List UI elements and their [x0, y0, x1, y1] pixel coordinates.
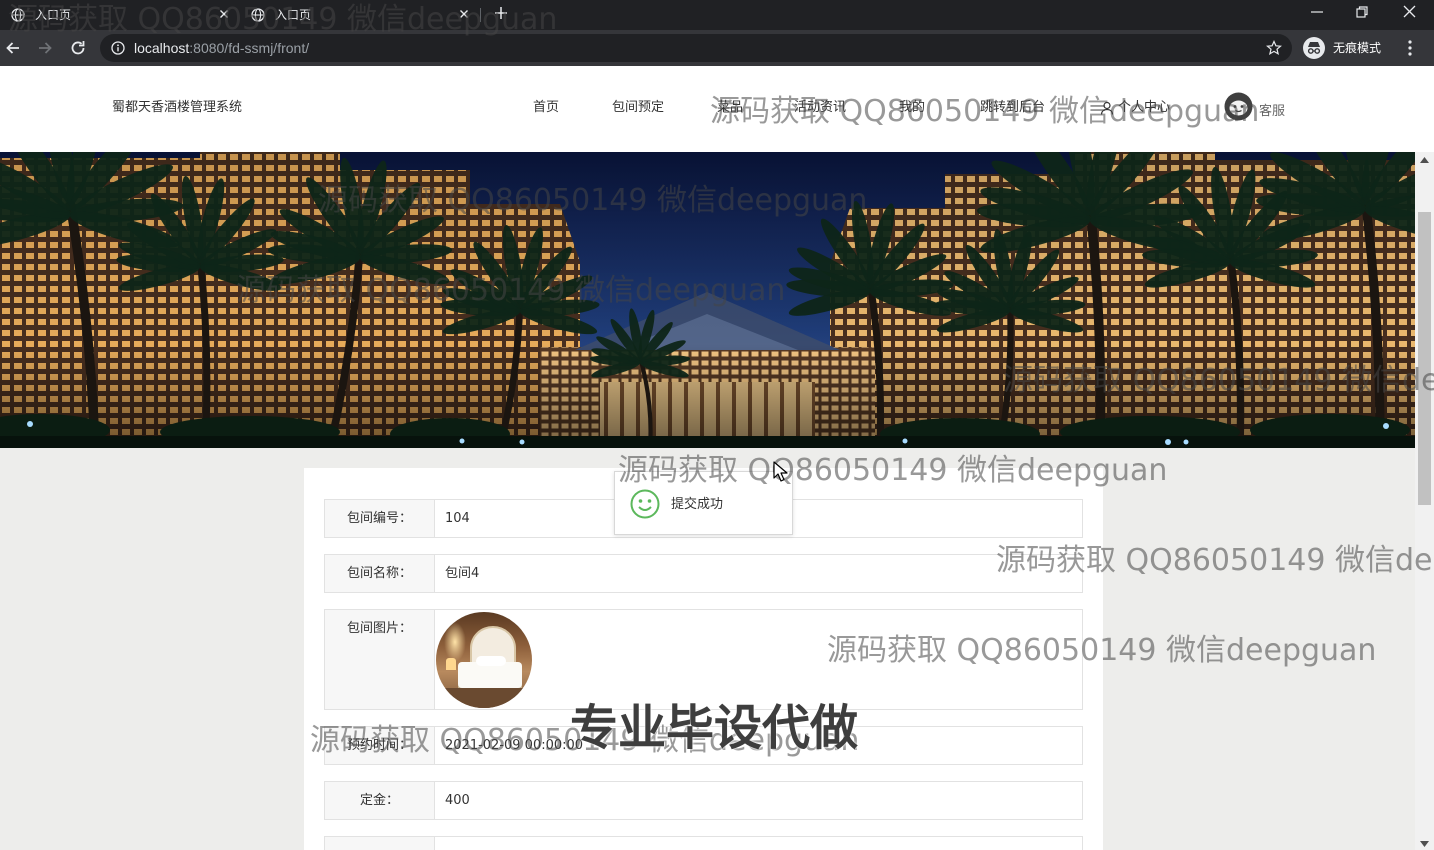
browser-tab-bar: 入口页 入口页: [0, 0, 1434, 30]
site-header: 蜀都天香酒楼管理系统 首页 包间预定 菜品 活动资讯 我的 跳转到后台 个人中心…: [0, 66, 1434, 152]
scroll-up-arrow-icon[interactable]: [1420, 157, 1429, 163]
customer-service-avatar-icon: [1224, 92, 1253, 121]
close-tab-icon[interactable]: [456, 6, 472, 22]
nav-mine[interactable]: 我的: [899, 99, 925, 117]
next-row-label: [325, 837, 435, 850]
smile-icon: [630, 489, 660, 519]
room-image-label: 包间图片：: [325, 610, 435, 709]
close-window-icon[interactable]: [1401, 3, 1418, 20]
room-name-label: 包间名称：: [325, 555, 435, 592]
tab-title: 入口页: [35, 8, 72, 22]
tab-title: 入口页: [275, 8, 312, 22]
nav-user-center-label: 个人中心: [1118, 100, 1171, 115]
form-row-next: [324, 836, 1083, 850]
tab-divider: [480, 8, 481, 22]
photo-lamp: [446, 658, 456, 670]
room-name-value: 包间4: [445, 566, 480, 581]
photo-floor: [436, 688, 532, 708]
address-bar[interactable]: localhost:8080/fd-ssmj/front/: [100, 34, 1292, 62]
bookmark-star-icon[interactable]: [1266, 40, 1282, 56]
reload-icon[interactable]: [68, 38, 88, 58]
browser-tab[interactable]: 入口页: [240, 0, 480, 30]
new-tab-icon[interactable]: [493, 5, 509, 21]
site-logo: 蜀都天香酒楼管理系统: [112, 100, 243, 115]
restore-window-icon[interactable]: [1354, 4, 1370, 20]
form-row-booking-time: 预约时间： 2021-02-09 00:00:00: [324, 726, 1083, 765]
url-host: localhost: [134, 40, 190, 56]
customer-service-button[interactable]: 客服: [1224, 92, 1294, 122]
back-arrow-icon[interactable]: [3, 38, 23, 58]
ground: [0, 436, 1415, 448]
minimize-icon[interactable]: [1309, 4, 1325, 20]
incognito-label: 无痕模式: [1333, 41, 1382, 55]
page-scrollbar[interactable]: [1415, 152, 1434, 850]
nav-dishes[interactable]: 菜品: [717, 99, 743, 117]
form-row-deposit: 定金： 400: [324, 781, 1083, 820]
url-path: :8080/fd-ssmj/front/: [189, 40, 310, 56]
deposit-label: 定金：: [325, 782, 435, 819]
form-row-room-name: 包间名称： 包间4: [324, 554, 1083, 593]
customer-service-label: 客服: [1259, 104, 1286, 119]
room-photo: [436, 612, 532, 708]
nav-home[interactable]: 首页: [533, 99, 559, 117]
url-text[interactable]: localhost:8080/fd-ssmj/front/: [134, 34, 309, 62]
hero-banner: [0, 152, 1415, 448]
room-number-value: 104: [445, 511, 470, 526]
deposit-value: 400: [445, 793, 470, 808]
nav-news[interactable]: 活动资讯: [794, 99, 846, 117]
incognito-icon: [1303, 37, 1325, 59]
browser-tab[interactable]: 入口页: [0, 0, 240, 30]
forward-arrow-icon[interactable]: [35, 38, 55, 58]
photo-wall-light: [444, 622, 466, 662]
scrollbar-thumb[interactable]: [1418, 212, 1431, 505]
globe-icon: [251, 8, 265, 22]
booking-time-label: 预约时间：: [325, 727, 435, 764]
scroll-down-arrow-icon[interactable]: [1420, 841, 1429, 847]
photo-pillow: [476, 656, 506, 666]
more-menu-icon[interactable]: [1402, 38, 1418, 58]
toast-message: 提交成功: [671, 497, 724, 512]
booking-time-value: 2021-02-09 00:00:00: [445, 738, 584, 753]
success-toast: 提交成功: [614, 471, 793, 535]
room-number-label: 包间编号：: [325, 500, 435, 537]
user-icon: [1100, 101, 1114, 115]
form-row-room-image: 包间图片：: [324, 609, 1083, 710]
hotel-night-photo: [0, 152, 1415, 448]
globe-icon: [11, 8, 25, 22]
info-icon[interactable]: [111, 41, 125, 55]
nav-admin[interactable]: 跳转到后台: [980, 99, 1045, 117]
close-tab-icon[interactable]: [216, 6, 232, 22]
incognito-indicator[interactable]: 无痕模式: [1302, 35, 1388, 61]
browser-toolbar: localhost:8080/fd-ssmj/front/ 无痕模式: [0, 30, 1434, 66]
nav-room-booking[interactable]: 包间预定: [612, 99, 664, 117]
